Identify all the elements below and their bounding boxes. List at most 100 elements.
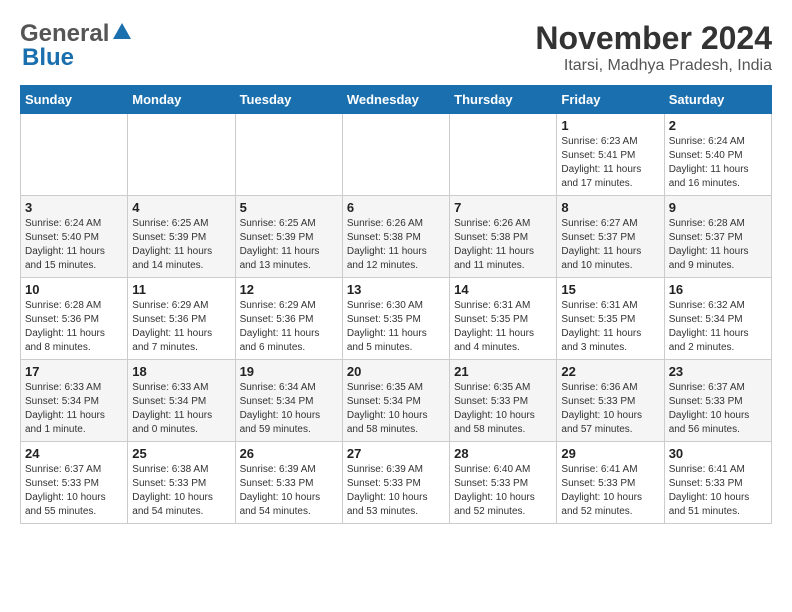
day-detail: Sunrise: 6:24 AM Sunset: 5:40 PM Dayligh…	[669, 135, 767, 191]
day-cell: 1 Sunrise: 6:23 AM Sunset: 5:41 PM Daylig…	[557, 114, 664, 196]
day-cell: 3 Sunrise: 6:24 AM Sunset: 5:40 PM Daylig…	[21, 196, 128, 278]
day-cell	[450, 114, 557, 196]
day-cell: 9 Sunrise: 6:28 AM Sunset: 5:37 PM Daylig…	[664, 196, 771, 278]
day-number: 6	[347, 200, 445, 215]
weekday-header-friday: Friday	[557, 86, 664, 114]
weekday-header-saturday: Saturday	[664, 86, 771, 114]
day-detail: Sunrise: 6:36 AM Sunset: 5:33 PM Dayligh…	[561, 381, 659, 437]
day-cell: 13 Sunrise: 6:30 AM Sunset: 5:35 PM Dayli…	[342, 278, 449, 360]
day-detail: Sunrise: 6:41 AM Sunset: 5:33 PM Dayligh…	[669, 463, 767, 519]
day-cell: 18Sunrise: 6:33 AM Sunset: 5:34 PM Dayli…	[128, 360, 235, 442]
day-detail: Sunrise: 6:35 AM Sunset: 5:34 PM Dayligh…	[347, 381, 445, 437]
week-row-3: 10Sunrise: 6:28 AM Sunset: 5:36 PM Dayli…	[21, 278, 772, 360]
day-detail: Sunrise: 6:23 AM Sunset: 5:41 PM Dayligh…	[561, 135, 659, 191]
day-detail: Sunrise: 6:39 AM Sunset: 5:33 PM Dayligh…	[347, 463, 445, 519]
day-cell: 10Sunrise: 6:28 AM Sunset: 5:36 PM Dayli…	[21, 278, 128, 360]
day-detail: Sunrise: 6:38 AM Sunset: 5:33 PM Dayligh…	[132, 463, 230, 519]
day-detail: Sunrise: 6:24 AM Sunset: 5:40 PM Dayligh…	[25, 217, 123, 273]
day-cell: 8 Sunrise: 6:27 AM Sunset: 5:37 PM Daylig…	[557, 196, 664, 278]
day-number: 26	[240, 446, 338, 461]
day-cell: 22 Sunrise: 6:36 AM Sunset: 5:33 PM Dayli…	[557, 360, 664, 442]
day-number: 22	[561, 364, 659, 379]
day-detail: Sunrise: 6:39 AM Sunset: 5:33 PM Dayligh…	[240, 463, 338, 519]
day-detail: Sunrise: 6:28 AM Sunset: 5:36 PM Dayligh…	[25, 299, 123, 355]
day-detail: Sunrise: 6:26 AM Sunset: 5:38 PM Dayligh…	[454, 217, 552, 273]
day-detail: Sunrise: 6:27 AM Sunset: 5:37 PM Dayligh…	[561, 217, 659, 273]
day-number: 17	[25, 364, 123, 379]
month-title: November 2024	[535, 20, 772, 57]
title-section: November 2024 Itarsi, Madhya Pradesh, In…	[535, 20, 772, 75]
day-cell: 30 Sunrise: 6:41 AM Sunset: 5:33 PM Dayli…	[664, 442, 771, 524]
day-number: 3	[25, 200, 123, 215]
day-number: 25	[132, 446, 230, 461]
day-number: 8	[561, 200, 659, 215]
day-detail: Sunrise: 6:37 AM Sunset: 5:33 PM Dayligh…	[669, 381, 767, 437]
weekday-header-wednesday: Wednesday	[342, 86, 449, 114]
day-detail: Sunrise: 6:37 AM Sunset: 5:33 PM Dayligh…	[25, 463, 123, 519]
day-number: 5	[240, 200, 338, 215]
day-number: 1	[561, 118, 659, 133]
day-cell: 21 Sunrise: 6:35 AM Sunset: 5:33 PM Dayli…	[450, 360, 557, 442]
day-number: 16	[669, 282, 767, 297]
day-number: 19	[240, 364, 338, 379]
week-row-2: 3 Sunrise: 6:24 AM Sunset: 5:40 PM Daylig…	[21, 196, 772, 278]
day-cell: 29Sunrise: 6:41 AM Sunset: 5:33 PM Dayli…	[557, 442, 664, 524]
day-cell: 28Sunrise: 6:40 AM Sunset: 5:33 PM Dayli…	[450, 442, 557, 524]
day-number: 18	[132, 364, 230, 379]
day-detail: Sunrise: 6:28 AM Sunset: 5:37 PM Dayligh…	[669, 217, 767, 273]
day-cell: 27Sunrise: 6:39 AM Sunset: 5:33 PM Dayli…	[342, 442, 449, 524]
day-number: 21	[454, 364, 552, 379]
day-cell: 23 Sunrise: 6:37 AM Sunset: 5:33 PM Dayli…	[664, 360, 771, 442]
day-cell: 26 Sunrise: 6:39 AM Sunset: 5:33 PM Dayli…	[235, 442, 342, 524]
day-cell: 5Sunrise: 6:25 AM Sunset: 5:39 PM Daylig…	[235, 196, 342, 278]
day-number: 13	[347, 282, 445, 297]
day-cell: 2 Sunrise: 6:24 AM Sunset: 5:40 PM Daylig…	[664, 114, 771, 196]
day-cell: 11Sunrise: 6:29 AM Sunset: 5:36 PM Dayli…	[128, 278, 235, 360]
day-detail: Sunrise: 6:40 AM Sunset: 5:33 PM Dayligh…	[454, 463, 552, 519]
day-detail: Sunrise: 6:31 AM Sunset: 5:35 PM Dayligh…	[561, 299, 659, 355]
logo-icon	[111, 21, 133, 43]
day-number: 20	[347, 364, 445, 379]
day-number: 4	[132, 200, 230, 215]
weekday-header-row: SundayMondayTuesdayWednesdayThursdayFrid…	[21, 86, 772, 114]
day-cell: 6Sunrise: 6:26 AM Sunset: 5:38 PM Daylig…	[342, 196, 449, 278]
day-number: 15	[561, 282, 659, 297]
day-cell: 24 Sunrise: 6:37 AM Sunset: 5:33 PM Dayli…	[21, 442, 128, 524]
weekday-header-tuesday: Tuesday	[235, 86, 342, 114]
day-cell: 7 Sunrise: 6:26 AM Sunset: 5:38 PM Daylig…	[450, 196, 557, 278]
day-number: 7	[454, 200, 552, 215]
day-cell: 14Sunrise: 6:31 AM Sunset: 5:35 PM Dayli…	[450, 278, 557, 360]
day-detail: Sunrise: 6:32 AM Sunset: 5:34 PM Dayligh…	[669, 299, 767, 355]
logo: General Blue	[20, 20, 133, 72]
logo-blue: Blue	[20, 44, 74, 72]
day-cell: 20 Sunrise: 6:35 AM Sunset: 5:34 PM Dayli…	[342, 360, 449, 442]
day-number: 12	[240, 282, 338, 297]
day-number: 2	[669, 118, 767, 133]
day-cell: 17 Sunrise: 6:33 AM Sunset: 5:34 PM Dayli…	[21, 360, 128, 442]
day-detail: Sunrise: 6:41 AM Sunset: 5:33 PM Dayligh…	[561, 463, 659, 519]
day-detail: Sunrise: 6:25 AM Sunset: 5:39 PM Dayligh…	[132, 217, 230, 273]
weekday-header-monday: Monday	[128, 86, 235, 114]
location: Itarsi, Madhya Pradesh, India	[535, 57, 772, 75]
day-detail: Sunrise: 6:29 AM Sunset: 5:36 PM Dayligh…	[240, 299, 338, 355]
day-cell	[21, 114, 128, 196]
calendar-table: SundayMondayTuesdayWednesdayThursdayFrid…	[20, 85, 772, 524]
day-cell: 15 Sunrise: 6:31 AM Sunset: 5:35 PM Dayli…	[557, 278, 664, 360]
day-cell: 4 Sunrise: 6:25 AM Sunset: 5:39 PM Daylig…	[128, 196, 235, 278]
day-cell	[128, 114, 235, 196]
week-row-1: 1 Sunrise: 6:23 AM Sunset: 5:41 PM Daylig…	[21, 114, 772, 196]
day-number: 24	[25, 446, 123, 461]
day-detail: Sunrise: 6:33 AM Sunset: 5:34 PM Dayligh…	[25, 381, 123, 437]
day-number: 23	[669, 364, 767, 379]
week-row-5: 24 Sunrise: 6:37 AM Sunset: 5:33 PM Dayli…	[21, 442, 772, 524]
day-number: 11	[132, 282, 230, 297]
day-number: 30	[669, 446, 767, 461]
day-number: 9	[669, 200, 767, 215]
day-cell	[342, 114, 449, 196]
weekday-header-sunday: Sunday	[21, 86, 128, 114]
day-number: 14	[454, 282, 552, 297]
day-detail: Sunrise: 6:35 AM Sunset: 5:33 PM Dayligh…	[454, 381, 552, 437]
day-cell: 16 Sunrise: 6:32 AM Sunset: 5:34 PM Dayli…	[664, 278, 771, 360]
day-detail: Sunrise: 6:34 AM Sunset: 5:34 PM Dayligh…	[240, 381, 338, 437]
day-detail: Sunrise: 6:30 AM Sunset: 5:35 PM Dayligh…	[347, 299, 445, 355]
